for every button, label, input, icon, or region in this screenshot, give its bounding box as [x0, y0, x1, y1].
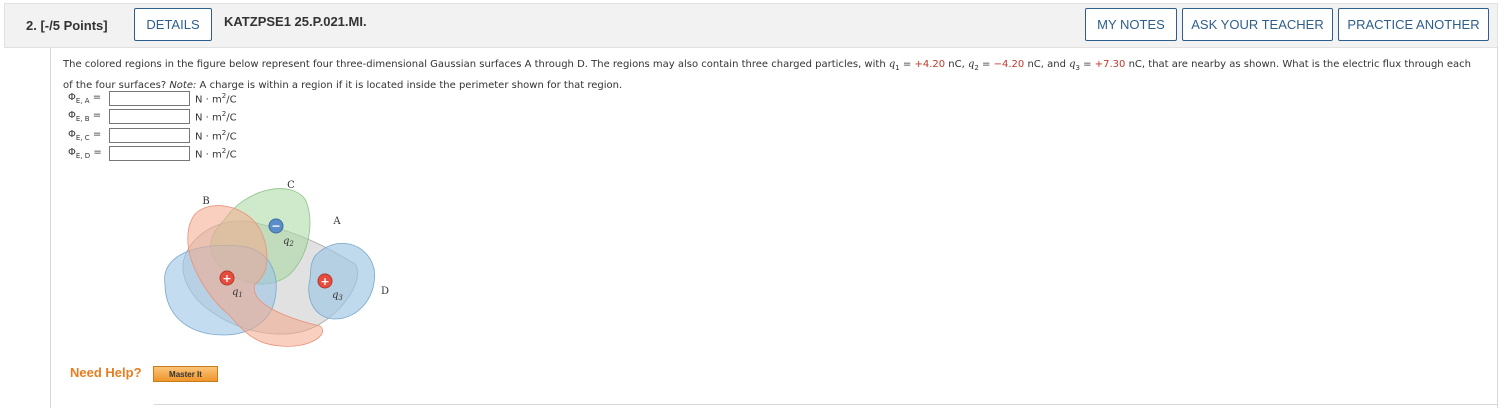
svg-text:+: +: [320, 275, 329, 288]
details-button[interactable]: DETAILS: [134, 8, 212, 41]
question-prompt: The colored regions in the figure below …: [63, 56, 1473, 94]
q2-equals: =: [978, 59, 994, 70]
charge-q2-icon: −: [268, 218, 284, 234]
svg-text:−: −: [271, 220, 280, 233]
divider: [154, 404, 1498, 405]
flux-unit-a: N · m2/C: [195, 91, 237, 106]
flux-label-d: ΦE, D =: [68, 147, 102, 160]
q3-value: +7.30: [1094, 59, 1126, 70]
flux-unit-d: N · m2/C: [195, 146, 237, 161]
my-notes-button[interactable]: MY NOTES: [1085, 8, 1177, 41]
flux-label-a: ΦE, A =: [68, 92, 102, 105]
note-label: Note:: [169, 80, 197, 91]
answer-row-c: ΦE, C = N · m2/C: [68, 128, 237, 143]
flux-d-input[interactable]: [109, 146, 190, 161]
answer-row-a: ΦE, A = N · m2/C: [68, 91, 237, 106]
flux-unit-b: N · m2/C: [195, 109, 237, 124]
q3-equals: =: [1080, 59, 1095, 70]
q2-value: −4.20: [993, 59, 1025, 70]
flux-unit-c: N · m2/C: [195, 128, 237, 143]
flux-label-b: ΦE, B =: [68, 110, 102, 123]
q1-equals: =: [899, 59, 915, 70]
flux-a-input[interactable]: [109, 91, 190, 106]
practice-another-button[interactable]: PRACTICE ANOTHER: [1338, 8, 1489, 41]
label-c: C: [287, 180, 295, 191]
charge-q3-icon: +: [317, 273, 333, 289]
flux-c-input[interactable]: [109, 128, 190, 143]
answer-row-b: ΦE, B = N · m2/C: [68, 109, 237, 124]
prompt-part1: The colored regions in the figure below …: [63, 59, 889, 70]
master-it-button[interactable]: Master It: [153, 366, 218, 382]
q1-unit: nC,: [945, 59, 968, 70]
flux-label-c: ΦE, C =: [68, 129, 102, 142]
answer-row-d: ΦE, D = N · m2/C: [68, 146, 237, 161]
label-b: B: [202, 196, 209, 207]
svg-text:+: +: [222, 272, 231, 285]
label-d: D: [381, 286, 389, 297]
label-a: A: [332, 216, 341, 227]
question-number: 2. [-/5 Points]: [26, 18, 108, 33]
q2-unit: nC, and: [1024, 59, 1070, 70]
note-text: A charge is within a region if it is loc…: [196, 80, 623, 91]
q1-value: +4.20: [914, 59, 946, 70]
q3-unit: nC,: [1125, 59, 1146, 70]
gaussian-surfaces-figure: − + + C B A D q2 q1 q3: [164, 180, 389, 347]
ask-teacher-button[interactable]: ASK YOUR TEACHER: [1182, 8, 1333, 41]
question-code: KATZPSE1 25.P.021.MI.: [224, 14, 367, 29]
charge-q1-icon: +: [219, 270, 235, 286]
flux-b-input[interactable]: [109, 109, 190, 124]
need-help-label: Need Help?: [70, 365, 142, 380]
